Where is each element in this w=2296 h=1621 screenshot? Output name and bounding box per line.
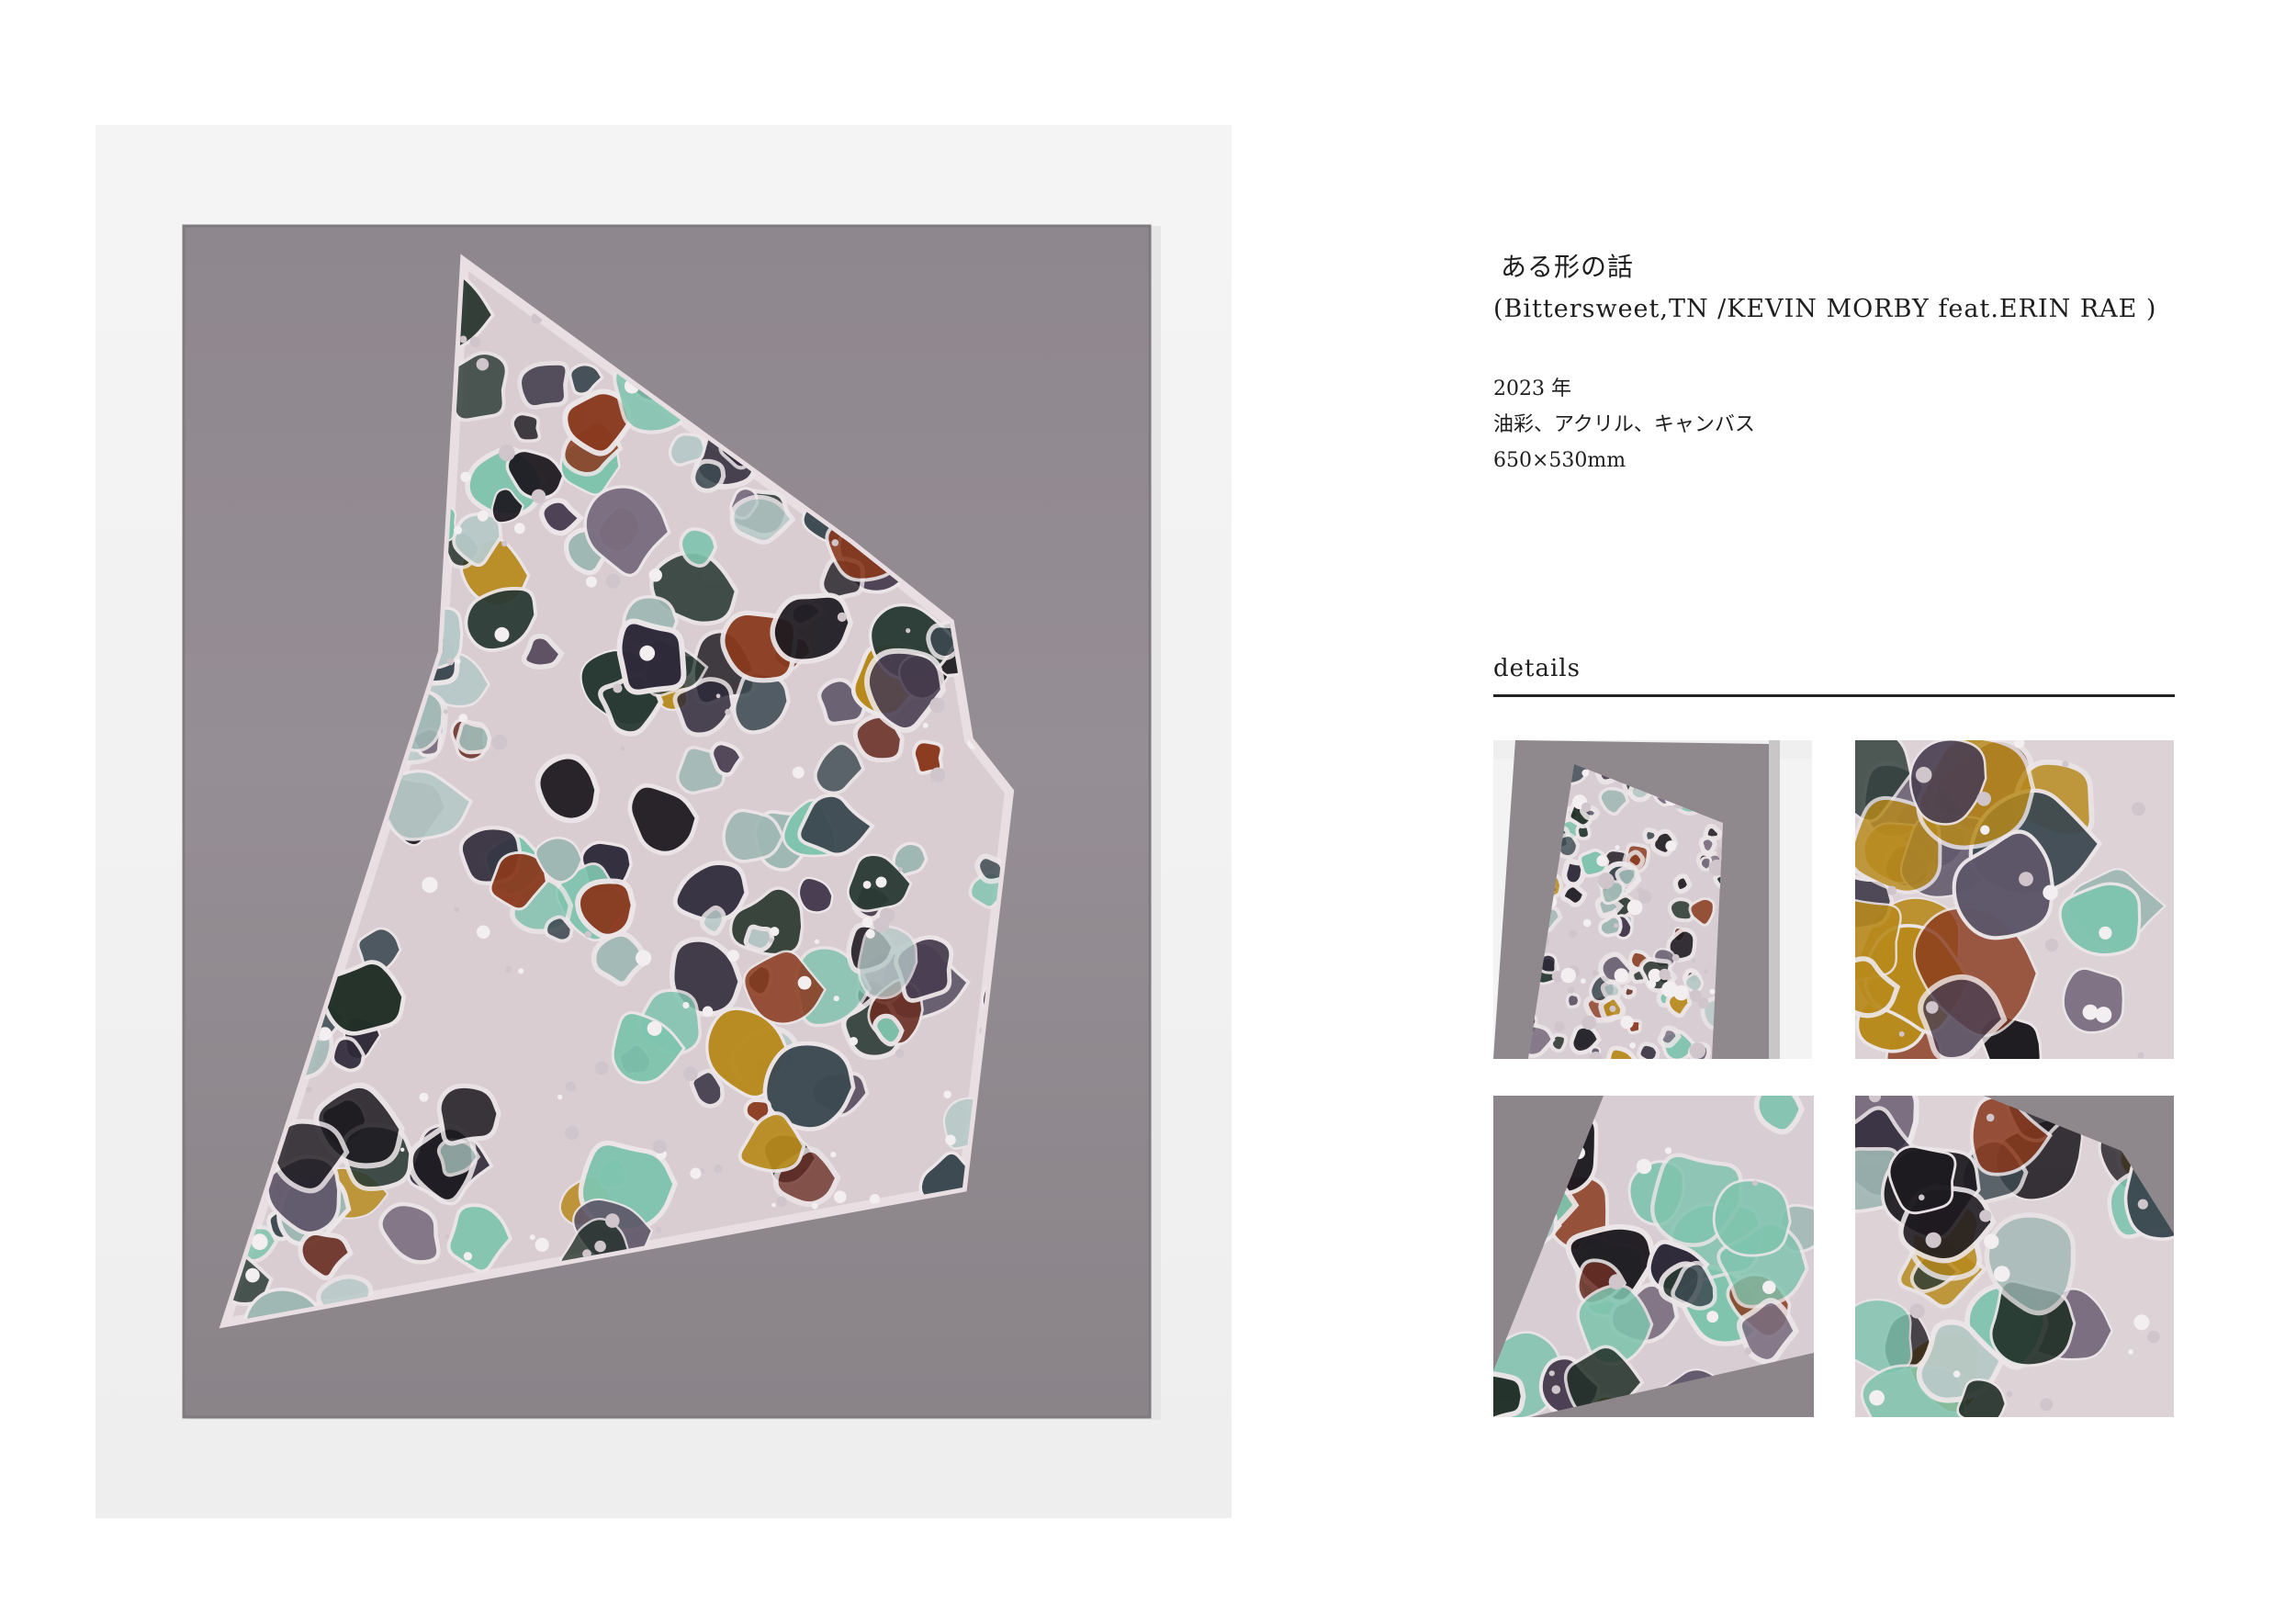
artwork-year: 2023 年 bbox=[1493, 377, 1571, 400]
artwork-medium: 油彩、アクリル、キャンバス bbox=[1493, 413, 1755, 436]
artwork-size: 650×530mm bbox=[1493, 449, 1626, 472]
detail-photo-closeup-edge bbox=[1493, 1096, 1814, 1417]
detail-photo-side-view bbox=[1493, 740, 1812, 1059]
detail-photo-closeup-ochre bbox=[1855, 740, 2174, 1059]
detail-photo-closeup-top bbox=[1855, 1096, 2174, 1417]
artwork-meta: 2023 年 油彩、アクリル、キャンバス 650×530mm bbox=[1493, 371, 2175, 478]
artwork-title: ある形の話 bbox=[1501, 252, 1635, 282]
artwork-photo bbox=[96, 125, 1232, 1518]
details-heading: details bbox=[1493, 650, 2175, 697]
artwork-info: ある形の話 (Bittersweet,TN /KEVIN MORBY feat.… bbox=[1493, 246, 2175, 478]
artwork-subtitle: (Bittersweet,TN /KEVIN MORBY feat.ERIN R… bbox=[1493, 295, 2157, 323]
